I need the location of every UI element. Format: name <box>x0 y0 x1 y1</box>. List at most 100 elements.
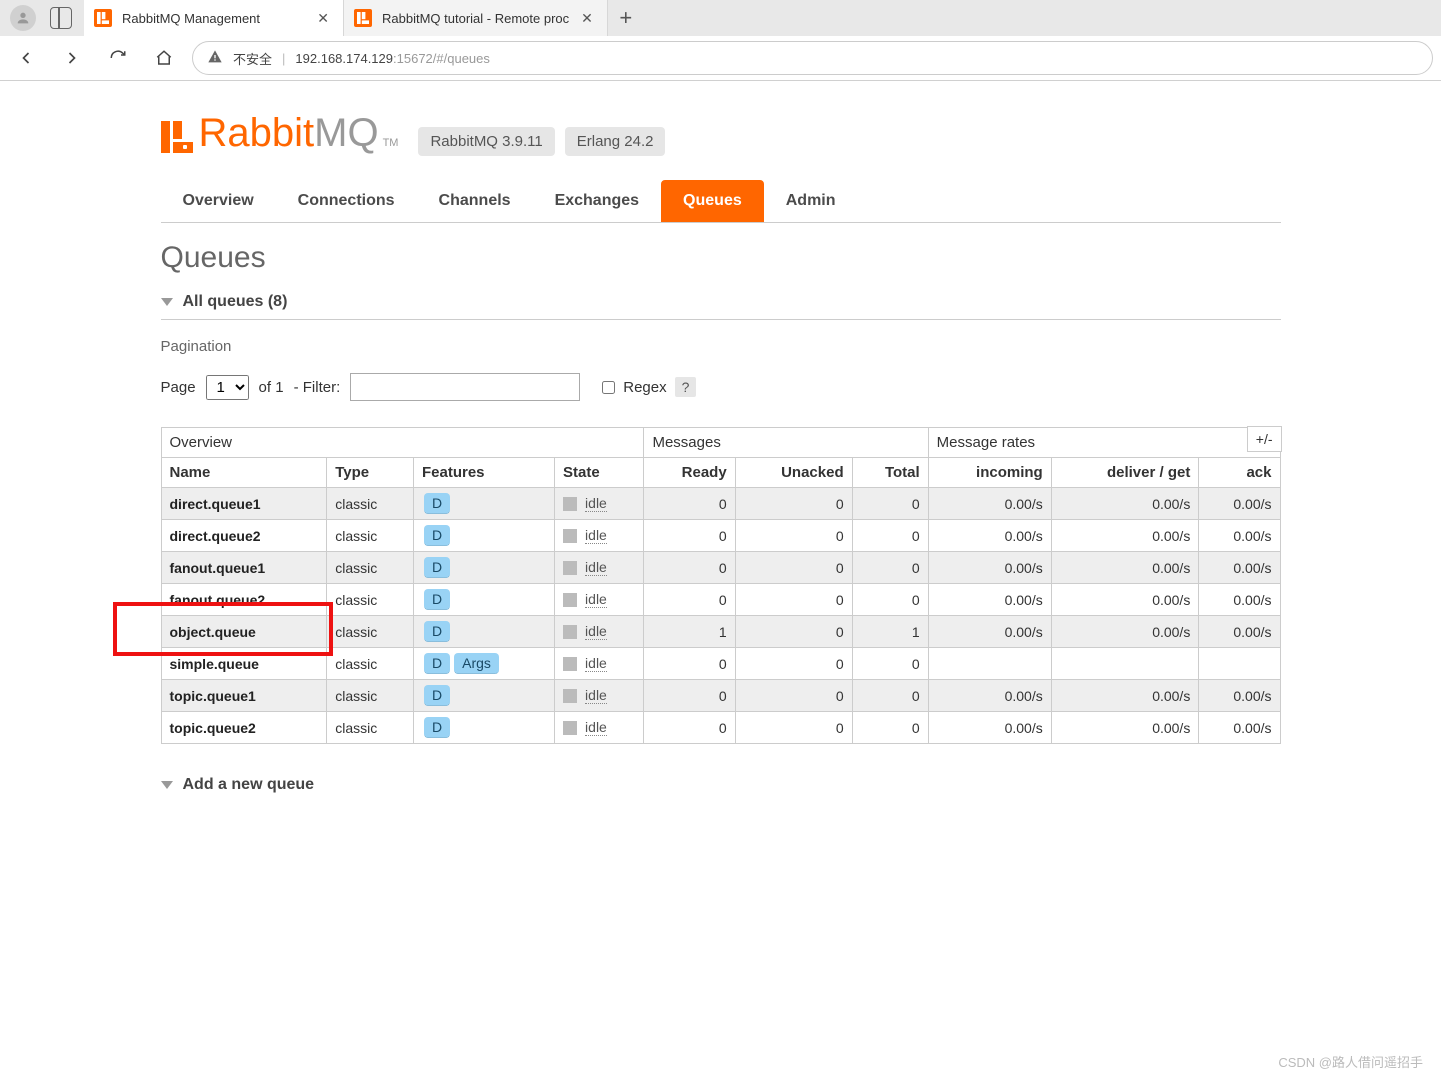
queue-name[interactable]: object.queue <box>161 616 327 648</box>
rabbitmq-favicon <box>354 9 372 27</box>
filter-input[interactable] <box>350 373 580 401</box>
col-type[interactable]: Type <box>327 458 414 488</box>
state-label: idle <box>585 591 607 608</box>
col-ack[interactable]: ack <box>1199 458 1280 488</box>
queue-total: 0 <box>852 680 928 712</box>
reload-button[interactable] <box>100 40 136 76</box>
col-deliver-get[interactable]: deliver / get <box>1051 458 1199 488</box>
chevron-down-icon <box>161 298 173 306</box>
feature-pill: D <box>424 557 450 578</box>
col-state[interactable]: State <box>555 458 644 488</box>
queue-type: classic <box>327 584 414 616</box>
rabbitmq-logo: RabbitMQ TM <box>161 111 399 156</box>
state-box-icon <box>563 689 577 703</box>
col-incoming[interactable]: incoming <box>928 458 1051 488</box>
browser-tab-active[interactable]: RabbitMQ Management ✕ <box>84 0 344 36</box>
queue-total: 0 <box>852 520 928 552</box>
queue-features: D <box>413 584 554 616</box>
queue-ack <box>1199 648 1280 680</box>
address-bar[interactable]: 不安全 | 192.168.174.129:15672/#/queues <box>192 41 1433 75</box>
queue-ack: 0.00/s <box>1199 616 1280 648</box>
section-add-queue[interactable]: Add a new queue <box>161 768 1281 802</box>
browser-tab-bar: RabbitMQ Management ✕ RabbitMQ tutorial … <box>0 0 1441 36</box>
main-nav: OverviewConnectionsChannelsExchangesQueu… <box>161 180 1281 223</box>
erlang-badge: Erlang 24.2 <box>565 127 666 156</box>
queue-ack: 0.00/s <box>1199 488 1280 520</box>
feature-pill: D <box>424 525 450 546</box>
queue-ready: 0 <box>644 584 735 616</box>
close-icon[interactable]: ✕ <box>577 8 597 29</box>
nav-tab-channels[interactable]: Channels <box>417 180 533 222</box>
state-box-icon <box>563 625 577 639</box>
nav-tab-connections[interactable]: Connections <box>276 180 417 222</box>
queue-total: 0 <box>852 552 928 584</box>
queue-name[interactable]: fanout.queue2 <box>161 584 327 616</box>
queue-incoming: 0.00/s <box>928 584 1051 616</box>
nav-tab-exchanges[interactable]: Exchanges <box>533 180 661 222</box>
col-total[interactable]: Total <box>852 458 928 488</box>
queue-name[interactable]: direct.queue2 <box>161 520 327 552</box>
panels-icon[interactable] <box>50 7 72 29</box>
queue-type: classic <box>327 712 414 744</box>
col-features[interactable]: Features <box>413 458 554 488</box>
queue-ready: 0 <box>644 552 735 584</box>
queue-ready: 0 <box>644 680 735 712</box>
insecure-label: 不安全 <box>233 49 272 68</box>
queue-incoming: 0.00/s <box>928 616 1051 648</box>
queue-state: idle <box>555 680 644 712</box>
queue-name[interactable]: simple.queue <box>161 648 327 680</box>
col-unacked[interactable]: Unacked <box>735 458 852 488</box>
queue-name[interactable]: topic.queue2 <box>161 712 327 744</box>
state-box-icon <box>563 561 577 575</box>
table-row: direct.queue1classicDidle0000.00/s0.00/s… <box>161 488 1280 520</box>
browser-tab[interactable]: RabbitMQ tutorial - Remote proc ✕ <box>344 0 608 36</box>
queue-unacked: 0 <box>735 616 852 648</box>
queue-type: classic <box>327 552 414 584</box>
profile-avatar[interactable] <box>10 5 36 31</box>
queue-unacked: 0 <box>735 712 852 744</box>
regex-checkbox[interactable] <box>602 381 615 394</box>
queue-ready: 0 <box>644 648 735 680</box>
table-row: simple.queueclassicDArgsidle000 <box>161 648 1280 680</box>
queues-table: Overview Messages Message rates NameType… <box>161 427 1281 744</box>
close-icon[interactable]: ✕ <box>313 8 333 29</box>
nav-tab-overview[interactable]: Overview <box>161 180 276 222</box>
queue-ready: 0 <box>644 520 735 552</box>
queue-name[interactable]: topic.queue1 <box>161 680 327 712</box>
group-overview: Overview <box>161 428 644 458</box>
col-name[interactable]: Name <box>161 458 327 488</box>
queue-ack: 0.00/s <box>1199 584 1280 616</box>
queue-type: classic <box>327 488 414 520</box>
forward-button[interactable] <box>54 40 90 76</box>
queue-total: 0 <box>852 584 928 616</box>
nav-tab-admin[interactable]: Admin <box>764 180 858 222</box>
queue-deliver <box>1051 648 1199 680</box>
state-box-icon <box>563 593 577 607</box>
queue-name[interactable]: direct.queue1 <box>161 488 327 520</box>
queue-incoming: 0.00/s <box>928 712 1051 744</box>
regex-help[interactable]: ? <box>675 377 697 397</box>
page-select[interactable]: 1 <box>206 375 249 400</box>
queue-deliver: 0.00/s <box>1051 712 1199 744</box>
new-tab-button[interactable]: + <box>608 5 644 31</box>
state-box-icon <box>563 529 577 543</box>
queue-total: 0 <box>852 488 928 520</box>
col-ready[interactable]: Ready <box>644 458 735 488</box>
queue-state: idle <box>555 488 644 520</box>
table-row: object.queueclassicDidle1010.00/s0.00/s0… <box>161 616 1280 648</box>
queue-name[interactable]: fanout.queue1 <box>161 552 327 584</box>
section-all-queues[interactable]: All queues (8) <box>161 285 1281 320</box>
queue-state: idle <box>555 584 644 616</box>
back-button[interactable] <box>8 40 44 76</box>
queue-type: classic <box>327 616 414 648</box>
queue-deliver: 0.00/s <box>1051 680 1199 712</box>
home-button[interactable] <box>146 40 182 76</box>
queue-incoming <box>928 648 1051 680</box>
queue-ack: 0.00/s <box>1199 520 1280 552</box>
state-label: idle <box>585 719 607 736</box>
queue-deliver: 0.00/s <box>1051 616 1199 648</box>
queue-unacked: 0 <box>735 520 852 552</box>
nav-tab-queues[interactable]: Queues <box>661 180 764 222</box>
browser-tab-title: RabbitMQ tutorial - Remote proc <box>382 11 569 26</box>
columns-toggle[interactable]: +/- <box>1247 426 1282 452</box>
